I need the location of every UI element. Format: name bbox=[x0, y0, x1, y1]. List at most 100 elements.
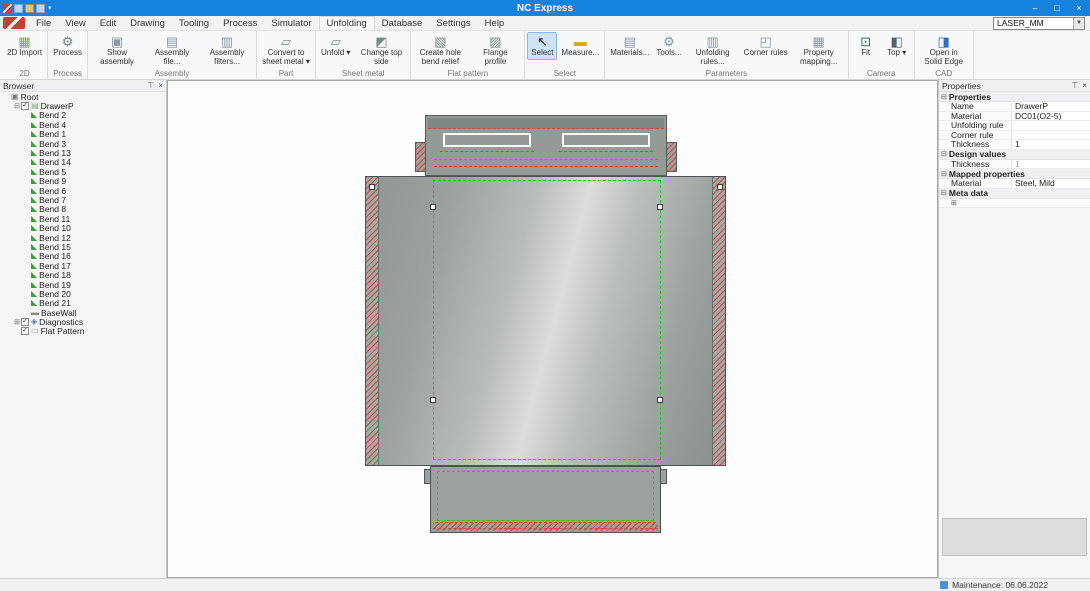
viewport-canvas[interactable] bbox=[167, 80, 938, 578]
ribbon-button-unfold[interactable]: ▱Unfold ▾ bbox=[318, 32, 353, 60]
tree-item-bend-3[interactable]: ◣Bend 3 bbox=[0, 139, 166, 148]
tree-item-bend-11[interactable]: ◣Bend 11 bbox=[0, 214, 166, 223]
tree-item-root[interactable]: ▣Root bbox=[0, 92, 166, 101]
menu-item-drawing[interactable]: Drawing bbox=[123, 16, 172, 30]
base-wall-panel[interactable] bbox=[365, 176, 726, 466]
ribbon-button-assembly-filters[interactable]: ▥Assembly filters... bbox=[200, 32, 254, 68]
bend-outline[interactable] bbox=[433, 180, 661, 460]
top-flange-tab-left[interactable] bbox=[415, 142, 426, 172]
tree-item-bend-19[interactable]: ◣Bend 19 bbox=[0, 280, 166, 289]
app-logo-icon[interactable] bbox=[3, 4, 12, 13]
pin-panel-icon[interactable]: ⊤ bbox=[1071, 81, 1078, 90]
tree-item-bend-9[interactable]: ◣Bend 9 bbox=[0, 177, 166, 186]
tree-item-bend-5[interactable]: ◣Bend 5 bbox=[0, 167, 166, 176]
tree-item-bend-12[interactable]: ◣Bend 12 bbox=[0, 233, 166, 242]
tree-item-bend-20[interactable]: ◣Bend 20 bbox=[0, 289, 166, 298]
menu-item-unfolding[interactable]: Unfolding bbox=[319, 16, 375, 30]
pin-panel-icon[interactable]: ⊤ bbox=[147, 81, 154, 90]
open-file-icon[interactable] bbox=[25, 4, 34, 13]
ribbon-button-corner-rules[interactable]: ◰Corner rules bbox=[741, 32, 791, 60]
menu-item-database[interactable]: Database bbox=[375, 16, 430, 30]
combo-dropdown-icon[interactable]: ▼ bbox=[1073, 18, 1084, 29]
tree-item-bend-1[interactable]: ◣Bend 1 bbox=[0, 130, 166, 139]
ribbon-button-fit[interactable]: ⊡Fit bbox=[851, 32, 881, 60]
ribbon-button-unfolding-rules[interactable]: ▥Unfolding rules... bbox=[686, 32, 740, 68]
tree-item-flat-pattern[interactable]: ✓▭Flat Pattern bbox=[0, 327, 166, 336]
quick-access-caret-icon[interactable]: ▾ bbox=[48, 4, 52, 12]
ribbon-button-materials[interactable]: ▤Materials... bbox=[607, 32, 652, 60]
ribbon-button-top[interactable]: ◧Top ▾ bbox=[882, 32, 912, 60]
menu-item-simulator[interactable]: Simulator bbox=[264, 16, 318, 30]
menu-item-process[interactable]: Process bbox=[216, 16, 264, 30]
ribbon-button-tools[interactable]: ⚙Tools... bbox=[653, 32, 684, 60]
close-panel-icon[interactable]: × bbox=[1082, 81, 1087, 90]
menu-item-tooling[interactable]: Tooling bbox=[172, 16, 216, 30]
ribbon-button-create-hole-bend-relief[interactable]: ▧Create hole bend relief bbox=[413, 32, 467, 68]
ribbon-button-flange-profile[interactable]: ▨Flange profile bbox=[468, 32, 522, 68]
app-button[interactable] bbox=[3, 17, 25, 29]
meta-data-expand-row[interactable]: ⊞ bbox=[939, 199, 1090, 209]
tree-item-bend-6[interactable]: ◣Bend 6 bbox=[0, 186, 166, 195]
expand-icon[interactable]: ⊞ bbox=[13, 318, 21, 326]
maximize-button[interactable]: □ bbox=[1046, 0, 1068, 16]
top-flange-slot-left[interactable] bbox=[443, 133, 531, 147]
top-flange-bend-line[interactable] bbox=[434, 159, 658, 160]
save-file-icon[interactable] bbox=[36, 4, 45, 13]
tree-item-bend-4[interactable]: ◣Bend 4 bbox=[0, 120, 166, 129]
top-flange-cut-line-left[interactable] bbox=[440, 151, 534, 152]
ribbon-button-property-mapping[interactable]: ▦Property mapping... bbox=[792, 32, 846, 68]
bottom-flange-tab-left[interactable] bbox=[424, 469, 431, 484]
minimize-button[interactable]: – bbox=[1024, 0, 1046, 16]
tree-item-bend-13[interactable]: ◣Bend 13 bbox=[0, 148, 166, 157]
tree-checkbox[interactable]: ✓ bbox=[21, 318, 29, 326]
tree-item-bend-7[interactable]: ◣Bend 7 bbox=[0, 195, 166, 204]
tree-item-bend-8[interactable]: ◣Bend 8 bbox=[0, 205, 166, 214]
bottom-flange-bend-line[interactable] bbox=[437, 471, 654, 521]
grip-handle[interactable] bbox=[369, 184, 375, 190]
ribbon-button-process[interactable]: ⚙Process bbox=[50, 32, 85, 60]
close-button[interactable]: × bbox=[1068, 0, 1090, 16]
close-panel-icon[interactable]: × bbox=[158, 81, 163, 90]
grip-handle[interactable] bbox=[430, 204, 436, 210]
tree-item-bend-21[interactable]: ◣Bend 21 bbox=[0, 299, 166, 308]
tree-checkbox[interactable]: ✓ bbox=[21, 327, 29, 335]
grip-handle[interactable] bbox=[657, 204, 663, 210]
collapse-icon[interactable]: ⊟ bbox=[941, 93, 947, 101]
grip-handle[interactable] bbox=[430, 397, 436, 403]
grip-handle[interactable] bbox=[717, 184, 723, 190]
grip-handle[interactable] bbox=[657, 397, 663, 403]
top-flange-tab-right[interactable] bbox=[666, 142, 677, 172]
menu-item-help[interactable]: Help bbox=[478, 16, 512, 30]
properties-section-meta-data[interactable]: ⊟Meta data bbox=[939, 189, 1090, 199]
tree-checkbox[interactable]: ✓ bbox=[21, 102, 29, 110]
ribbon-button-change-top-side[interactable]: ◩Change top side bbox=[354, 32, 408, 68]
top-flange-slot-right[interactable] bbox=[562, 133, 650, 147]
ribbon-button-select[interactable]: ↖Select bbox=[527, 32, 557, 60]
top-flange[interactable] bbox=[425, 115, 667, 176]
menu-item-view[interactable]: View bbox=[58, 16, 92, 30]
top-flange-bottom-cut-line[interactable] bbox=[434, 166, 658, 167]
expand-icon[interactable]: ⊞ bbox=[951, 199, 957, 207]
collapse-icon[interactable]: ⊟ bbox=[941, 150, 947, 158]
tree-item-bend-2[interactable]: ◣Bend 2 bbox=[0, 111, 166, 120]
tree-item-bend-14[interactable]: ◣Bend 14 bbox=[0, 158, 166, 167]
tree-item-drawerp[interactable]: ⊟✓▤DrawerP bbox=[0, 101, 166, 110]
top-flange-cut-line-right[interactable] bbox=[559, 151, 653, 152]
collapse-icon[interactable]: ⊟ bbox=[941, 170, 947, 178]
tree-item-bend-17[interactable]: ◣Bend 17 bbox=[0, 261, 166, 270]
ribbon-button-2d-import[interactable]: ▦2D Import bbox=[4, 32, 45, 60]
tree-item-bend-16[interactable]: ◣Bend 16 bbox=[0, 252, 166, 261]
menu-item-settings[interactable]: Settings bbox=[429, 16, 477, 30]
tree-item-bend-18[interactable]: ◣Bend 18 bbox=[0, 270, 166, 279]
postprocessor-combo[interactable]: LASER_MM ▼ bbox=[993, 17, 1085, 30]
tree-item-diagnostics[interactable]: ⊞✓◈Diagnostics bbox=[0, 317, 166, 326]
ribbon-button-convert-to-sheet-metal[interactable]: ▱Convert to sheet metal ▾ bbox=[259, 32, 313, 68]
tree-item-basewall[interactable]: ▬BaseWall bbox=[0, 308, 166, 317]
bottom-flange-tab-right[interactable] bbox=[660, 469, 667, 484]
bottom-flange[interactable] bbox=[430, 466, 661, 533]
tree-item-bend-15[interactable]: ◣Bend 15 bbox=[0, 242, 166, 251]
menu-item-edit[interactable]: Edit bbox=[93, 16, 123, 30]
tree-item-bend-10[interactable]: ◣Bend 10 bbox=[0, 223, 166, 232]
menu-item-file[interactable]: File bbox=[29, 16, 58, 30]
ribbon-button-measure[interactable]: ▬Measure... bbox=[558, 32, 602, 60]
